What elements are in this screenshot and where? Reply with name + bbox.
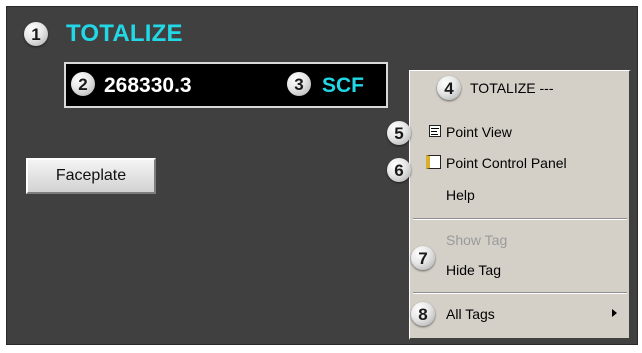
- callout-4: 4: [437, 76, 461, 100]
- menu-item-point-view[interactable]: Point View: [446, 124, 512, 140]
- menu-item-help[interactable]: Help: [446, 187, 475, 203]
- submenu-arrow-icon: [612, 309, 617, 317]
- tag-title: TOTALIZE: [66, 20, 183, 47]
- menu-separator: [413, 218, 627, 220]
- callout-5: 5: [387, 121, 411, 145]
- callout-3: 3: [287, 72, 311, 96]
- point-view-icon: [429, 125, 441, 137]
- callout-2: 2: [71, 72, 95, 96]
- callout-1: 1: [24, 22, 48, 46]
- totalizer-value: 268330.3: [104, 74, 192, 97]
- callout-7: 7: [411, 246, 435, 270]
- menu-item-all-tags[interactable]: All Tags: [446, 306, 495, 322]
- context-menu: [409, 70, 631, 340]
- menu-header: TOTALIZE ---: [470, 80, 554, 96]
- menu-separator: [413, 292, 627, 294]
- menu-item-show-tag: Show Tag: [446, 232, 508, 248]
- callout-6: 6: [387, 158, 411, 182]
- callout-8: 8: [411, 302, 435, 326]
- control-panel-icon: [426, 155, 441, 169]
- unit-label: SCF: [322, 74, 364, 97]
- menu-item-point-control-panel[interactable]: Point Control Panel: [446, 155, 567, 171]
- menu-item-hide-tag[interactable]: Hide Tag: [446, 262, 501, 278]
- faceplate-button[interactable]: Faceplate: [26, 158, 156, 194]
